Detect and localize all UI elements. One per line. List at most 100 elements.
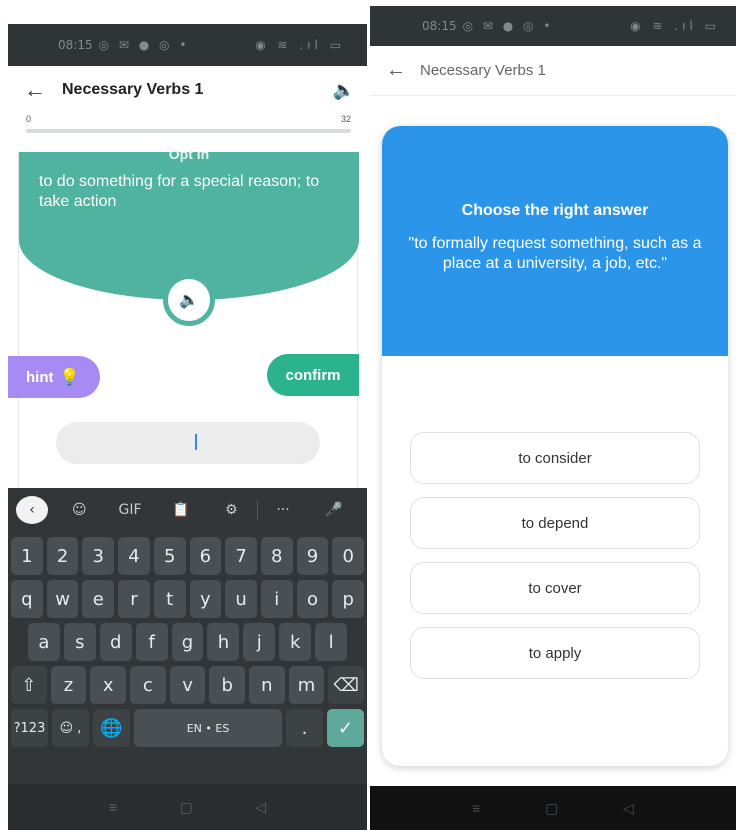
page-title: Necessary Verbs 1: [420, 62, 546, 79]
answer-option[interactable]: to apply: [410, 627, 700, 679]
answer-option[interactable]: to depend: [410, 497, 700, 549]
letter-key[interactable]: j: [243, 623, 276, 661]
letter-key[interactable]: e: [82, 580, 115, 618]
back-nav-icon[interactable]: ◁: [255, 799, 266, 816]
progress-max-label: 32: [340, 114, 351, 124]
letter-key[interactable]: b: [209, 666, 246, 704]
back-arrow-icon[interactable]: ←: [24, 77, 62, 103]
status-bar: 08:15 ◎ ✉ ● ◎ • ◉ ≋ .ıl ▭: [370, 6, 736, 46]
speaker-icon[interactable]: 🔈: [333, 80, 355, 101]
key-row-4: ?123 ☺ , 🌐 EN • ES . ✓: [8, 709, 367, 747]
definition-text: to do something for a special reason; to…: [39, 173, 320, 210]
text-caret: [195, 434, 197, 450]
status-time: 08:15: [58, 38, 93, 52]
letter-key[interactable]: d: [99, 623, 132, 661]
menu-nav-icon[interactable]: ≡: [472, 800, 480, 816]
number-key[interactable]: 0: [332, 537, 365, 575]
status-app-icons: ◎ ✉ ● ◎ •: [98, 38, 190, 52]
letter-key[interactable]: i: [260, 580, 293, 618]
letter-key[interactable]: p: [332, 580, 365, 618]
letter-key[interactable]: s: [63, 623, 96, 661]
symbols-key[interactable]: ?123: [11, 709, 48, 747]
space-key[interactable]: EN • ES: [134, 709, 282, 747]
progress-min-label: 0: [26, 114, 32, 124]
back-nav-icon[interactable]: ◁: [623, 800, 634, 817]
answer-option[interactable]: to cover: [410, 562, 700, 614]
letter-key[interactable]: q: [11, 580, 43, 618]
sticker-icon[interactable]: ☺: [54, 502, 105, 518]
play-audio-button[interactable]: 🔈: [163, 274, 215, 326]
number-key[interactable]: 2: [46, 537, 79, 575]
status-time: 08:15: [422, 19, 457, 33]
letter-key[interactable]: h: [207, 623, 240, 661]
letter-key[interactable]: c: [130, 666, 166, 704]
app-bar: ← Necessary Verbs 1 🔈: [8, 66, 367, 114]
speaker-icon: 🔈: [179, 292, 199, 309]
settings-gear-icon[interactable]: ⚙: [206, 502, 257, 518]
gif-button[interactable]: GIF: [105, 502, 156, 518]
letter-key[interactable]: x: [90, 666, 127, 704]
system-nav-bar: ≡ ▢ ◁: [8, 784, 367, 830]
number-key[interactable]: 4: [118, 537, 150, 575]
letter-key[interactable]: u: [225, 580, 257, 618]
home-nav-icon[interactable]: ▢: [545, 800, 558, 817]
number-key[interactable]: 6: [189, 537, 222, 575]
home-nav-icon[interactable]: ▢: [180, 799, 193, 816]
clipboard-icon[interactable]: 📋: [155, 502, 206, 518]
collapse-toolbar-icon[interactable]: ‹: [16, 496, 48, 524]
question-panel: Choose the right answer "to formally req…: [382, 126, 728, 356]
key-row-2: asdfghjkl: [8, 623, 367, 661]
emoji-comma-key[interactable]: ☺ ,: [52, 709, 89, 747]
status-system-icons: ◉ ≋ .ıl ▭: [630, 19, 720, 33]
letter-key[interactable]: f: [135, 623, 168, 661]
app-bar: ← Necessary Verbs 1: [370, 46, 736, 96]
answer-options: to consider to depend to cover to apply: [382, 356, 728, 679]
number-key[interactable]: 3: [82, 537, 115, 575]
answer-option[interactable]: to consider: [410, 432, 700, 484]
letter-key[interactable]: y: [189, 580, 222, 618]
left-phone-screen: 08:15 ◎ ✉ ● ◎ • ◉ ≋ .ıl ▭ ← Necessary Ve…: [8, 24, 367, 830]
enter-check-key[interactable]: ✓: [327, 709, 364, 747]
letter-key[interactable]: t: [153, 580, 186, 618]
question-text: "to formally request something, such as …: [408, 235, 702, 272]
letter-key[interactable]: ⇧: [11, 666, 47, 704]
status-system-icons: ◉ ≋ .ıl ▭: [255, 38, 345, 52]
letter-key[interactable]: ⌫: [328, 666, 365, 704]
back-arrow-icon[interactable]: ←: [386, 59, 420, 82]
lightbulb-icon: 💡: [59, 369, 80, 386]
number-key[interactable]: 7: [225, 537, 257, 575]
letter-key[interactable]: r: [118, 580, 150, 618]
number-key[interactable]: 9: [296, 537, 329, 575]
letter-key[interactable]: a: [28, 623, 60, 661]
question-title: Choose the right answer: [461, 202, 649, 219]
status-app-icons: ◎ ✉ ● ◎ •: [462, 19, 554, 33]
page-title: Necessary Verbs 1: [62, 81, 204, 98]
menu-nav-icon[interactable]: ≡: [109, 799, 117, 815]
screenshot-stage: 08:15 ◎ ✉ ● ◎ • ◉ ≋ .ıl ▭ ← Necessary Ve…: [0, 0, 736, 830]
quiz-card: Choose the right answer "to formally req…: [382, 126, 728, 766]
letter-key[interactable]: n: [249, 666, 285, 704]
more-options-icon[interactable]: ···: [258, 502, 309, 518]
letter-key[interactable]: m: [288, 666, 325, 704]
system-nav-bar: ≡ ▢ ◁: [370, 786, 736, 830]
progress-bar: [26, 129, 351, 133]
globe-icon[interactable]: 🌐: [93, 709, 130, 747]
letter-key[interactable]: o: [296, 580, 329, 618]
number-key[interactable]: 1: [11, 537, 43, 575]
word-title: Opt in: [168, 146, 210, 162]
hint-button[interactable]: hint 💡: [8, 356, 100, 398]
period-key[interactable]: .: [286, 709, 323, 747]
letter-key[interactable]: k: [279, 623, 312, 661]
letter-key[interactable]: w: [46, 580, 79, 618]
answer-input[interactable]: [56, 422, 320, 464]
letter-key[interactable]: l: [315, 623, 348, 661]
progress-section: 0 32: [8, 114, 367, 140]
soft-keyboard: ‹ ☺ GIF 📋 ⚙ ··· 🎤 1234567890 qwertyuiop …: [8, 488, 367, 830]
number-key[interactable]: 5: [153, 537, 186, 575]
confirm-button[interactable]: confirm: [267, 354, 359, 396]
number-key[interactable]: 8: [260, 537, 293, 575]
letter-key[interactable]: z: [50, 666, 87, 704]
letter-key[interactable]: g: [171, 623, 204, 661]
microphone-icon[interactable]: 🎤: [308, 502, 359, 518]
letter-key[interactable]: v: [169, 666, 206, 704]
